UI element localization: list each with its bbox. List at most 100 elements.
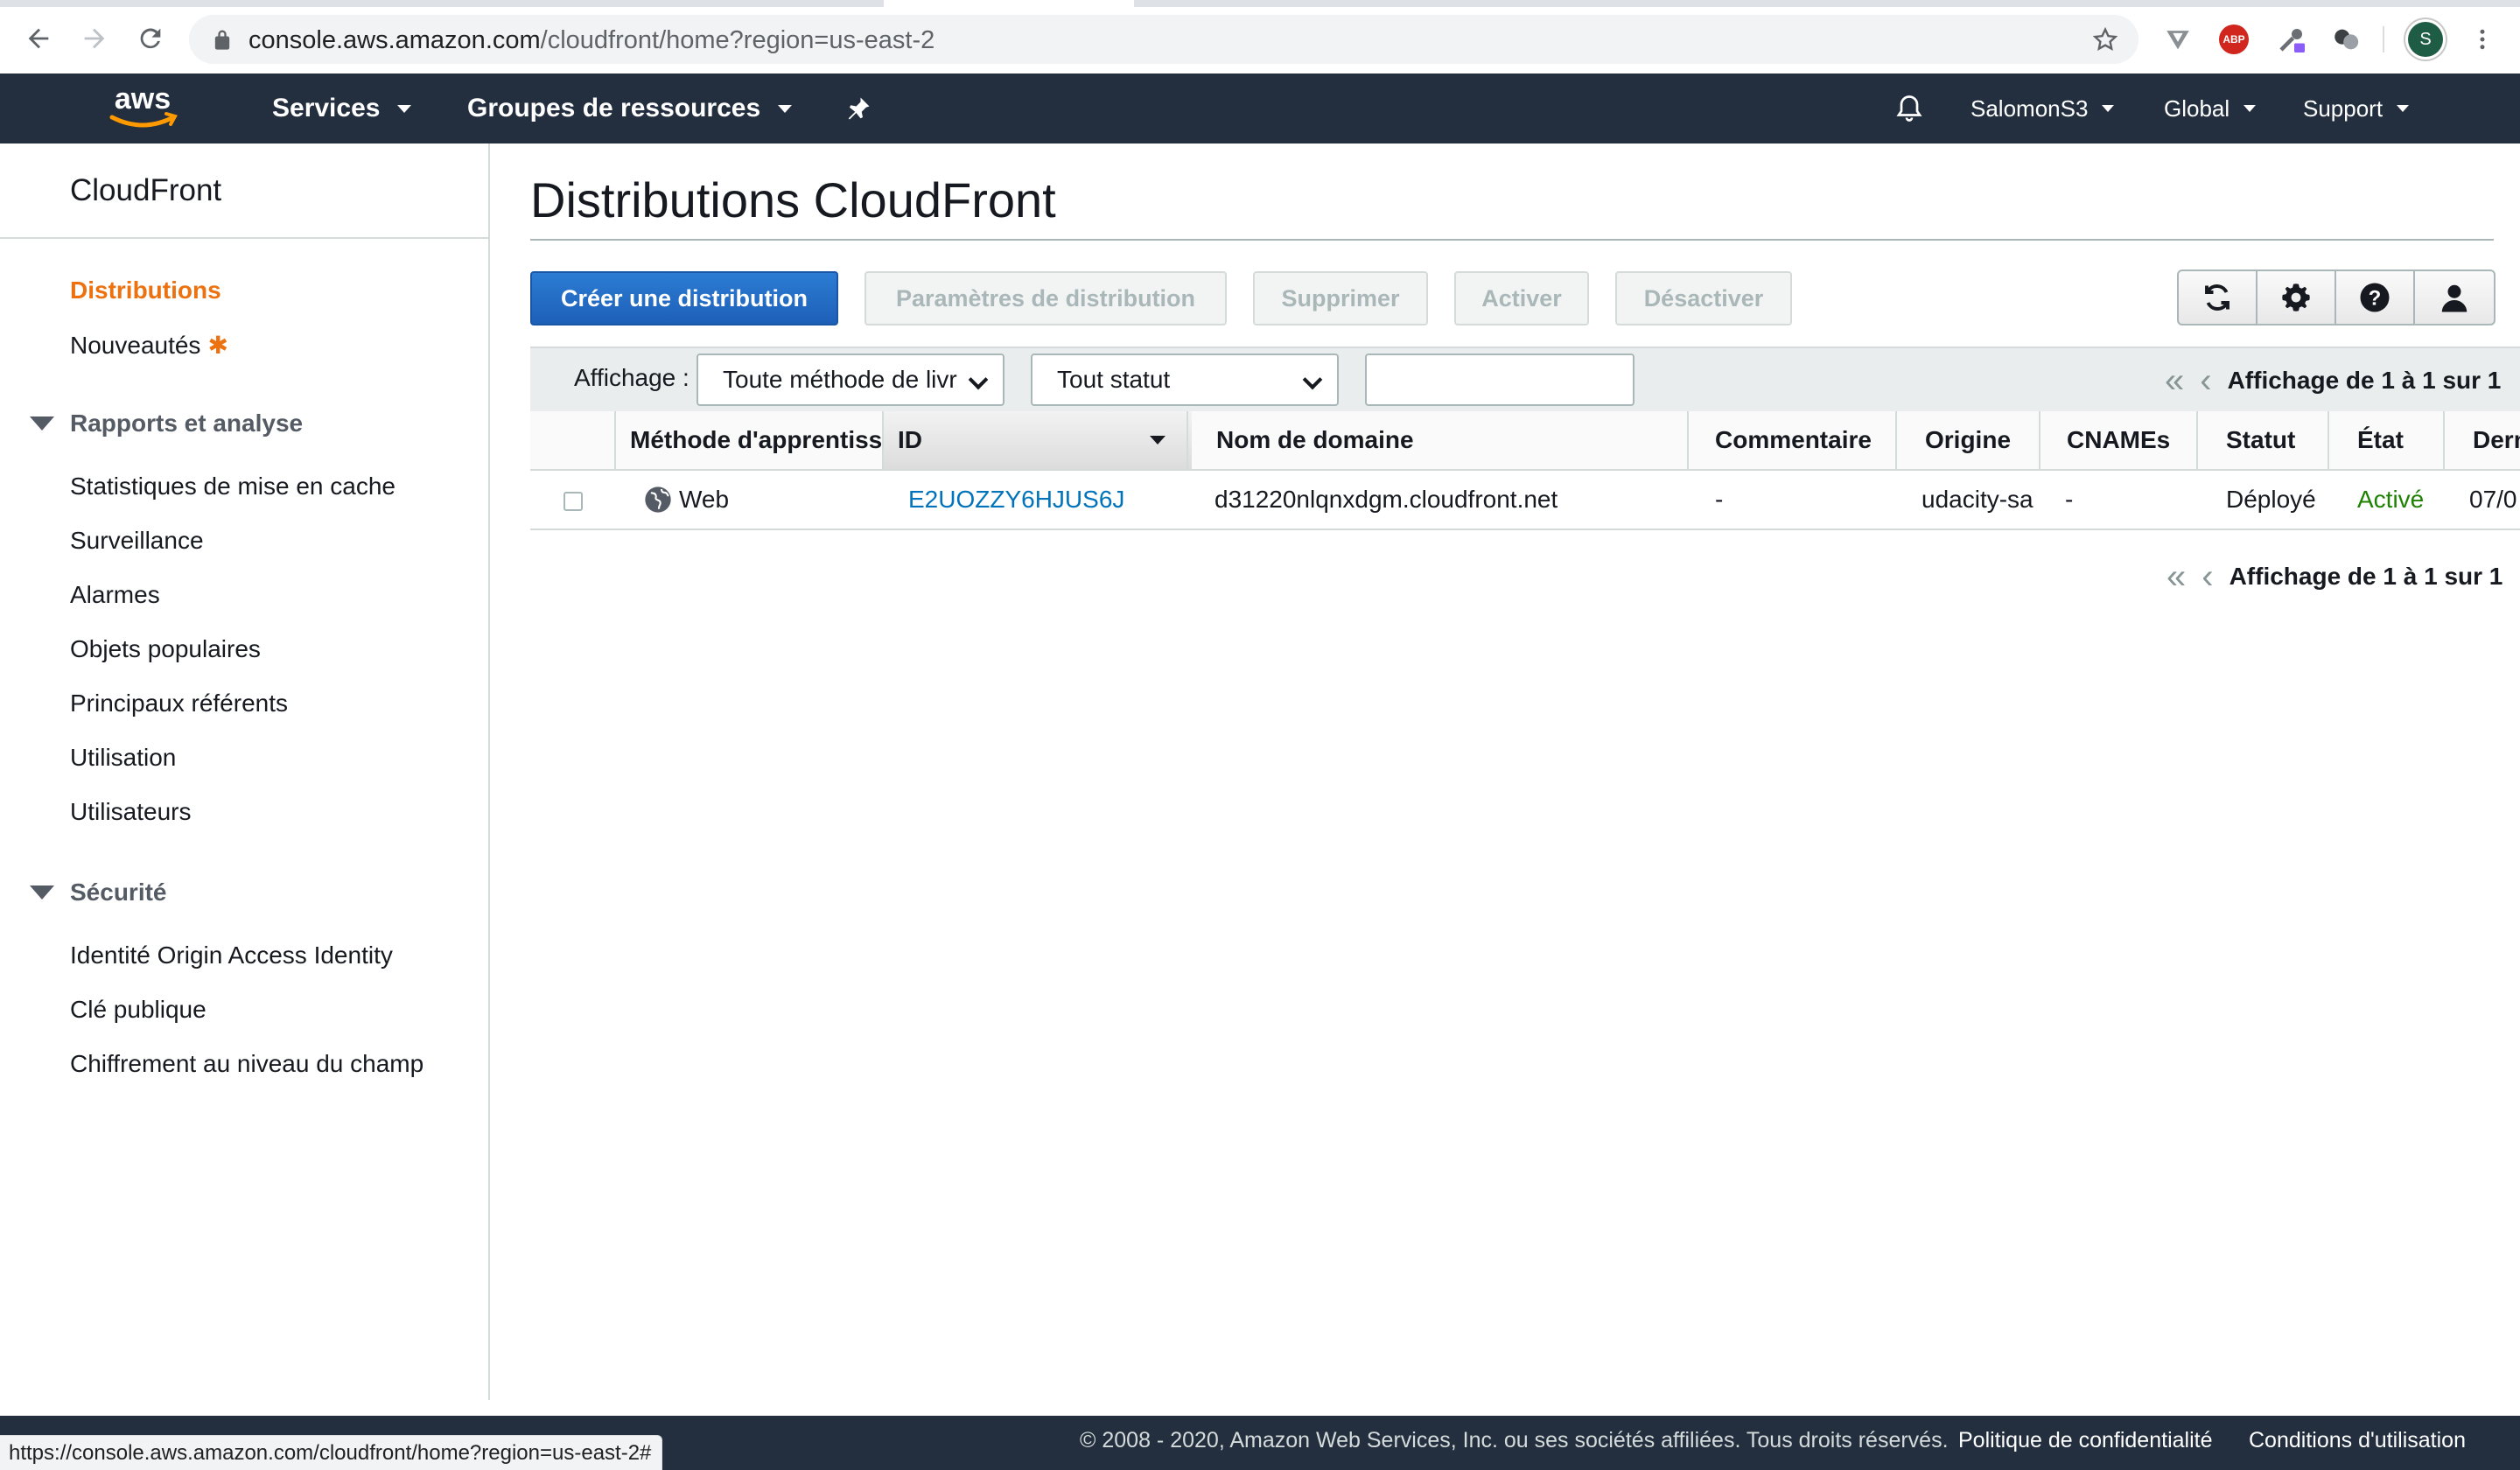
sidebar-item-top-referrers[interactable]: Principaux référents bbox=[70, 690, 288, 718]
section-title: Sécurité bbox=[70, 878, 167, 906]
search-input[interactable] bbox=[1365, 354, 1634, 406]
title-divider bbox=[530, 239, 2494, 241]
enable-button[interactable]: Activer bbox=[1454, 271, 1589, 326]
reload-icon[interactable] bbox=[131, 19, 170, 58]
column-header-id[interactable]: ID bbox=[882, 411, 1192, 469]
disable-button[interactable]: Désactiver bbox=[1615, 271, 1792, 326]
sidebar-item-distributions[interactable]: Distributions bbox=[70, 276, 221, 304]
distribution-id-link[interactable]: E2UOZZY6HJUS6J bbox=[908, 471, 1180, 528]
distribution-settings-button[interactable]: Paramètres de distribution bbox=[864, 271, 1227, 326]
chevron-down-icon bbox=[2397, 105, 2410, 112]
svg-text:aws: aws bbox=[115, 82, 171, 116]
sidebar-item-cache-stats[interactable]: Statistiques de mise en cache bbox=[70, 472, 396, 500]
column-label: ID bbox=[898, 426, 922, 453]
section-security-toggle[interactable]: Sécurité bbox=[30, 878, 167, 906]
extension-icon[interactable] bbox=[2329, 23, 2362, 56]
chevron-down-icon bbox=[968, 369, 989, 390]
pagination-bottom: « ‹ Affichage de 1 à 1 sur 1 bbox=[2166, 555, 2502, 598]
new-badge-icon: ✱ bbox=[207, 332, 228, 359]
privacy-link[interactable]: Politique de confidentialité bbox=[1958, 1428, 2212, 1453]
url-host: console.aws.amazon.com bbox=[248, 26, 541, 54]
sidebar-item-monitoring[interactable]: Surveillance bbox=[70, 527, 204, 555]
sort-desc-icon bbox=[1150, 436, 1166, 444]
adblock-label: ABP bbox=[2219, 24, 2249, 54]
select-value: Tout statut bbox=[1057, 366, 1171, 393]
caret-down-icon bbox=[30, 416, 54, 430]
forward-icon[interactable] bbox=[75, 19, 114, 58]
toolbar-divider bbox=[2383, 26, 2384, 52]
tab-strip bbox=[1134, 0, 2520, 7]
delivery-method-select[interactable]: Toute méthode de livr bbox=[696, 354, 1004, 406]
table-row[interactable]: Web E2UOZZY6HJUS6J d31220nlqnxdgm.cloudf… bbox=[530, 471, 2520, 530]
sidebar-item-field-level-encryption[interactable]: Chiffrement au niveau du champ bbox=[70, 1050, 424, 1078]
chevron-down-icon bbox=[2102, 105, 2115, 112]
user-icon[interactable] bbox=[2415, 271, 2494, 324]
first-page-icon[interactable]: « bbox=[2166, 559, 2186, 594]
section-reports-toggle[interactable]: Rapports et analyse bbox=[30, 410, 303, 438]
status-select[interactable]: Tout statut bbox=[1031, 354, 1339, 406]
delivery-method-value: Web bbox=[679, 486, 730, 513]
column-header-status[interactable]: Statut bbox=[2196, 411, 2328, 469]
account-menu[interactable]: SalomonS3 bbox=[1970, 74, 2115, 144]
region-menu[interactable]: Global bbox=[2164, 74, 2257, 144]
filter-bar: Affichage : Toute méthode de livr Tout s… bbox=[530, 346, 2520, 411]
bookmark-star-icon[interactable] bbox=[2091, 25, 2119, 53]
services-label: Services bbox=[272, 94, 381, 122]
sidebar-item-whats-new[interactable]: Nouveautés ✱ bbox=[70, 331, 228, 360]
browser-menu-icon[interactable] bbox=[2466, 23, 2499, 56]
support-label: Support bbox=[2303, 94, 2384, 122]
gear-icon[interactable] bbox=[2258, 271, 2336, 324]
column-header-state[interactable]: État bbox=[2328, 411, 2443, 469]
column-header-comment[interactable]: Commentaire bbox=[1687, 411, 1895, 469]
browser-toolbar: console.aws.amazon.com/cloudfront/home?r… bbox=[0, 0, 2520, 74]
row-checkbox[interactable] bbox=[564, 492, 583, 511]
column-header-origin[interactable]: Origine bbox=[1895, 411, 2039, 469]
terms-link[interactable]: Conditions d'utilisation bbox=[2249, 1428, 2466, 1453]
first-page-icon[interactable]: « bbox=[2165, 363, 2184, 398]
address-bar[interactable]: console.aws.amazon.com/cloudfront/home?r… bbox=[189, 15, 2138, 64]
adblock-extension-icon[interactable]: ABP bbox=[2217, 23, 2250, 56]
column-header-cnames[interactable]: CNAMEs bbox=[2039, 411, 2200, 469]
sidebar-item-public-key[interactable]: Clé publique bbox=[70, 996, 206, 1024]
sidebar-item-viewers[interactable]: Utilisateurs bbox=[70, 798, 191, 826]
aws-logo-icon[interactable]: aws bbox=[103, 82, 182, 133]
cell-comment: - bbox=[1715, 486, 1724, 513]
resource-groups-menu[interactable]: Groupes de ressources bbox=[467, 74, 793, 144]
profile-avatar[interactable]: S bbox=[2408, 22, 2443, 57]
url-text[interactable]: console.aws.amazon.com/cloudfront/home?r… bbox=[248, 25, 934, 55]
column-header-last-modified[interactable]: Dernière modification bbox=[2443, 411, 2520, 469]
column-header-delivery-method[interactable]: Méthode d'apprentissage bbox=[614, 411, 887, 469]
help-icon[interactable]: ? bbox=[2336, 271, 2415, 324]
previous-page-icon[interactable]: ‹ bbox=[2200, 363, 2211, 398]
sidebar-item-origin-access-identity[interactable]: Identité Origin Access Identity bbox=[70, 942, 393, 970]
column-header-domain[interactable]: Nom de domaine bbox=[1186, 411, 1687, 469]
services-menu[interactable]: Services bbox=[272, 74, 412, 144]
account-name: SalomonS3 bbox=[1970, 94, 2089, 122]
sidebar-item-label: Nouveautés bbox=[70, 332, 201, 359]
vpn-extension-icon[interactable] bbox=[2161, 23, 2194, 56]
section-title: Rapports et analyse bbox=[70, 410, 304, 437]
pin-icon[interactable] bbox=[845, 74, 872, 144]
refresh-icon[interactable] bbox=[2179, 271, 2258, 324]
region-label: Global bbox=[2164, 94, 2230, 122]
sidebar-divider bbox=[0, 237, 488, 239]
sidebar: CloudFront Distributions Nouveautés ✱ Rap… bbox=[0, 144, 490, 1400]
lock-icon bbox=[214, 30, 230, 50]
chevron-down-icon bbox=[397, 104, 412, 113]
filter-label: Affichage : bbox=[574, 364, 690, 391]
pagination-top: « ‹ Affichage de 1 à 1 sur 1 bbox=[2165, 359, 2501, 402]
sidebar-item-alarms[interactable]: Alarmes bbox=[70, 581, 160, 609]
sidebar-item-popular-objects[interactable]: Objets populaires bbox=[70, 635, 261, 663]
sidebar-item-usage[interactable]: Utilisation bbox=[70, 744, 176, 772]
delete-button[interactable]: Supprimer bbox=[1253, 271, 1428, 326]
sidebar-title[interactable]: CloudFront bbox=[70, 173, 221, 208]
bell-icon[interactable] bbox=[1894, 74, 1925, 144]
previous-page-icon[interactable]: ‹ bbox=[2202, 559, 2213, 594]
back-icon[interactable] bbox=[19, 19, 58, 58]
toolbar-icon-group: ? bbox=[2177, 270, 2496, 326]
support-menu[interactable]: Support bbox=[2303, 74, 2410, 144]
create-distribution-button[interactable]: Créer une distribution bbox=[530, 271, 838, 326]
footer-copyright: © 2008 - 2020, Amazon Web Services, Inc.… bbox=[1080, 1428, 1949, 1452]
cell-domain-name: d31220nlqnxdgm.cloudfront.net bbox=[1214, 486, 1558, 513]
eyedropper-extension-icon[interactable] bbox=[2275, 23, 2308, 56]
